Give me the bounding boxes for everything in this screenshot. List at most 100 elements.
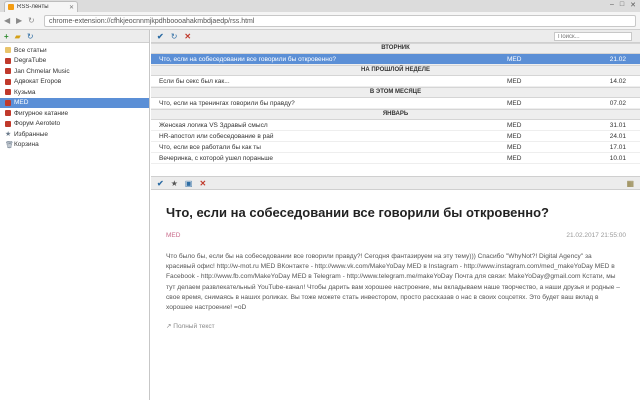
article-row[interactable]: Если бы секс был как... MED 14.02 [151,76,640,87]
feed-icon [5,89,11,96]
article-feed: MED [507,121,522,129]
feed-icon [5,78,11,85]
article-title: HR-апостол или собеседование в рай [159,132,274,140]
date-group-header: ЯНВАРЬ [151,109,640,120]
feed-icon [5,120,11,127]
browser-tab[interactable]: RSS-ленты ✕ [4,1,78,12]
sidebar-item-label: Фигурное катание [14,109,69,117]
article-title: Если бы секс был как... [159,77,230,85]
article-row[interactable]: Что, если все работали бы как ты MED 17.01 [151,142,640,153]
article-title: Что, если все работали бы как ты [159,143,261,151]
articles-list: ВТОРНИК Что, если на собеседовании все го… [151,43,640,176]
sidebar-item-label: DegraTube [14,57,47,65]
close-window-icon[interactable]: ✕ [630,1,636,9]
external-link-icon: ↗ [166,323,172,331]
sidebar-item[interactable]: 🗑 Корзина [0,140,149,151]
feeds-sidebar: + ▰ ↻ Все статьи DegraTube Jan Chmelar Mus… [0,30,150,400]
sidebar-item[interactable]: Все статьи [0,45,149,56]
article-feed: MED [507,132,522,140]
search-input[interactable] [554,32,632,41]
article-date: 24.01 [609,132,626,140]
feed-list: Все статьи DegraTube Jan Chmelar Music Адво… [0,43,149,150]
add-feed-icon[interactable]: + [4,32,9,41]
full-text-label: Полный текст [173,323,215,331]
back-icon[interactable]: ◀ [4,16,10,25]
article-date: 07.02 [609,99,626,107]
feed-icon [5,110,11,117]
article-row[interactable]: Вечеринка, с которой ушел пораньше MED 10.… [151,153,640,164]
sidebar-item-label: Избранные [14,130,48,138]
article-date: 17.01 [609,143,626,151]
article-title: Женская логика VS Здравый смысл [159,121,268,129]
article-feed: MED [507,143,522,151]
article-row[interactable]: HR-апостол или собеседование в рай MED 24.… [151,131,640,142]
window-controls: – □ ✕ [610,1,636,9]
forward-icon[interactable]: ▶ [16,16,22,25]
sidebar-item[interactable]: Jan Chmelar Music [0,66,149,77]
tab-title: RSS-ленты [17,4,49,10]
browser-titlebar: RSS-ленты ✕ – □ ✕ [0,0,640,12]
article-view: Что, если на собеседовании все говорили … [151,191,640,400]
delete-icon[interactable]: ✕ [199,179,206,188]
sidebar-item[interactable]: Кузьма [0,87,149,98]
minimize-icon[interactable]: – [610,1,614,9]
tab-close-icon[interactable]: ✕ [69,4,74,11]
sidebar-item-label: Корзина [14,141,39,149]
maximize-icon[interactable]: □ [620,1,624,9]
sidebar-item[interactable]: ★ Избранные [0,129,149,140]
sidebar-item-label: MED [14,99,29,107]
settings-icon[interactable]: ▦ [626,179,634,188]
folder-icon [5,47,11,54]
article-date: 21.02 [609,55,626,63]
refresh-icon[interactable]: ↻ [171,32,178,41]
save-icon[interactable]: ▣ [185,179,193,188]
article-feed: MED [507,154,522,162]
sidebar-item-label: Форум Aeroteto [14,120,61,128]
address-input[interactable]: chrome-extension://cfhkjeocnnmjkpdhboooa… [44,15,636,27]
article-body: Что было бы, если бы на собеседовании вс… [166,253,620,312]
feed-icon [5,99,11,106]
star-icon[interactable]: ★ [171,179,178,188]
article-feed: MED [507,55,522,63]
date-group-header: ВТОРНИК [151,43,640,54]
refresh-icon[interactable]: ↻ [27,32,34,41]
address-bar-row: ◀ ▶ ↻ chrome-extension://cfhkjeocnnmjkpd… [0,12,640,30]
article-meta: MED 21.02.2017 21:55:00 [166,232,626,239]
sidebar-item-label: Кузьма [14,88,36,96]
sidebar-toolbar: + ▰ ↻ [0,30,149,43]
feed-icon [5,68,11,75]
article-row[interactable]: Женская логика VS Здравый смысл MED 31.01 [151,120,640,131]
article-toolbar: ✔ ★ ▣ ✕ ▦ [151,176,640,190]
sidebar-item-label: Все статьи [14,46,47,54]
sidebar-item-label: Jan Chmelar Music [14,67,70,75]
article-feed: MED [507,77,522,85]
sidebar-item[interactable]: MED [0,97,149,108]
article-title: Что, если на собеседовании все говорили … [159,55,337,63]
article-title: Вечеринка, с которой ушел пораньше [159,154,274,162]
trash-icon: 🗑 [5,141,14,149]
article-date: 14.02 [609,77,626,85]
mark-read-icon[interactable]: ✔ [157,179,164,188]
article-row[interactable]: Что, если на тренингах говорили бы правд… [151,98,640,109]
article-date: 10.01 [609,154,626,162]
article-feed[interactable]: MED [166,232,180,239]
sidebar-item[interactable]: Адвокат Егоров [0,77,149,88]
reload-icon[interactable]: ↻ [28,16,35,25]
article-title[interactable]: Что, если на собеседовании все говорили … [166,205,626,220]
sidebar-item[interactable]: DegraTube [0,56,149,67]
date-group-header: НА ПРОШЛОЙ НЕДЕЛЕ [151,65,640,76]
article-date: 31.01 [609,121,626,129]
article-row[interactable]: Что, если на собеседовании все говорили … [151,54,640,65]
article-title: Что, если на тренингах говорили бы правд… [159,99,295,107]
star-icon: ★ [5,131,12,139]
sidebar-item[interactable]: Форум Aeroteto [0,119,149,130]
sidebar-item[interactable]: Фигурное катание [0,108,149,119]
feed-icon [5,57,11,64]
mark-read-icon[interactable]: ✔ [157,32,164,41]
rss-icon [8,4,14,10]
folder-add-icon[interactable]: ▰ [15,32,21,41]
delete-icon[interactable]: ✕ [184,32,191,41]
article-feed: MED [507,99,522,107]
date-group-header: В ЭТОМ МЕСЯЦЕ [151,87,640,98]
full-text-link[interactable]: ↗ Полный текст [166,322,626,330]
